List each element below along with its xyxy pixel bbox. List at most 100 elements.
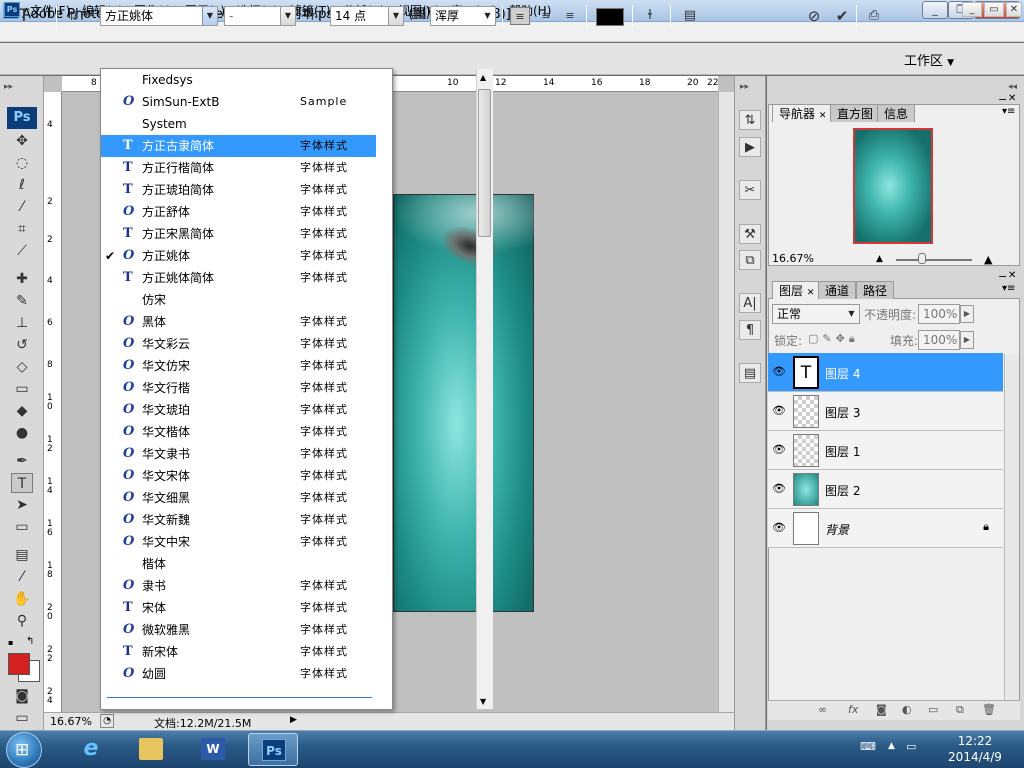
tray-expand-icon[interactable]: ▲ <box>888 741 895 751</box>
close-icon[interactable]: ✕ <box>819 111 827 121</box>
font-option[interactable]: O 方正舒体 字体样式 <box>101 201 376 223</box>
font-option[interactable]: O 华文楷体 字体样式 <box>101 421 376 443</box>
font-option[interactable]: System <box>101 113 376 135</box>
healing-brush-icon[interactable]: ✚ <box>11 269 33 289</box>
tool-presets-icon[interactable]: ✂ <box>739 180 761 200</box>
zoom-out-icon[interactable]: ▲ <box>876 254 883 264</box>
tab-info[interactable]: 信息 <box>877 104 916 122</box>
marquee-tool-icon[interactable]: ◌ <box>11 153 33 173</box>
fill-input[interactable]: 100% <box>918 330 960 350</box>
zoom-in-icon[interactable]: ▲ <box>984 253 992 266</box>
expand-panel-icon[interactable]: ▸▸ <box>4 82 13 92</box>
layers-close-icon[interactable]: ✕ <box>1008 270 1016 281</box>
screen-mode-icon[interactable]: ▭ <box>11 708 33 728</box>
font-option[interactable]: O 黑体 字体样式 <box>101 311 376 333</box>
blur-tool-icon[interactable]: ◆ <box>11 401 33 421</box>
layers-scrollbar[interactable] <box>1004 354 1019 704</box>
hand-tool-icon[interactable]: ✋ <box>11 589 33 609</box>
layer-row[interactable]: 👁︎ 图层 2 <box>768 470 1003 509</box>
history-brush-icon[interactable]: ↺ <box>11 335 33 355</box>
panel-menu-icon[interactable]: ▾≡ <box>1002 106 1015 117</box>
zoom-slider-thumb[interactable] <box>918 253 926 264</box>
font-option[interactable]: Fixedsys <box>101 69 376 91</box>
foreground-color-swatch[interactable] <box>8 653 30 675</box>
move-tool-icon[interactable]: ✥ <box>11 131 33 151</box>
magic-wand-icon[interactable]: ⁄ <box>11 197 33 217</box>
navigator-zoom[interactable]: 16.67% <box>772 252 814 265</box>
visibility-eye-icon[interactable]: 👁︎ <box>772 521 786 534</box>
font-option[interactable]: O 华文中宋 字体样式 <box>101 531 376 553</box>
new-layer-icon[interactable]: ⧉ <box>956 703 964 717</box>
clone-source-icon[interactable]: ⧉ <box>739 250 761 270</box>
layer-comps-icon[interactable]: ▤ <box>739 363 761 383</box>
font-family-dropdown[interactable]: Fixedsys O SimSun-ExtB Sample System T 方正古隶简体字… <box>100 68 493 710</box>
scroll-down-icon[interactable]: ▼ <box>480 697 486 706</box>
zoom-slider-track[interactable] <box>896 259 972 261</box>
notes-tool-icon[interactable]: ▤ <box>11 545 33 565</box>
font-option[interactable]: T 新宋体 字体样式 <box>101 641 376 663</box>
mdi-restore-button[interactable]: ▭ <box>984 2 1004 17</box>
taskbar-ie[interactable]: e <box>66 733 116 766</box>
font-option[interactable]: O 华文新魏 字体样式 <box>101 509 376 531</box>
shape-tool-icon[interactable]: ▭ <box>11 517 33 537</box>
font-list-scroll-thumb[interactable] <box>478 89 491 237</box>
font-option[interactable]: O 微软雅黑 字体样式 <box>101 619 376 641</box>
start-button[interactable]: ⊞ <box>6 732 42 768</box>
font-option[interactable]: T 方正行楷简体 字体样式 <box>101 157 376 179</box>
character-panel-dock-icon[interactable]: A| <box>739 293 761 313</box>
tab-histogram[interactable]: 直方图 <box>830 104 881 122</box>
gradient-tool-icon[interactable]: ▭ <box>11 379 33 399</box>
document-vertical-scrollbar[interactable] <box>718 92 734 712</box>
taskbar-explorer[interactable] <box>126 733 176 766</box>
network-icon[interactable]: ▭ <box>906 740 916 753</box>
crop-tool-icon[interactable]: ⌗ <box>11 219 33 239</box>
font-option[interactable]: O SimSun-ExtB Sample <box>101 91 376 113</box>
keyboard-icon[interactable]: ⌨ <box>860 740 876 753</box>
lasso-tool-icon[interactable]: ℓ <box>11 175 33 195</box>
font-option[interactable]: T 方正古隶简体 字体样式 <box>101 135 376 157</box>
visibility-eye-icon[interactable]: 👁︎ <box>772 365 786 378</box>
zoom-tool-icon[interactable]: ⚲ <box>11 611 33 631</box>
font-option[interactable]: T 方正宋黑简体 字体样式 <box>101 223 376 245</box>
text-color-swatch[interactable] <box>596 8 624 26</box>
layers-menu-icon[interactable]: ▾≡ <box>1002 283 1015 294</box>
font-option[interactable]: 仿宋 <box>101 289 376 311</box>
tab-channels[interactable]: 通道 <box>818 281 857 299</box>
font-option[interactable]: O 幼圆 字体样式 <box>101 663 376 685</box>
swap-colors-icon[interactable]: ↰ <box>26 636 34 647</box>
font-option[interactable]: T 方正姚体简体 字体样式 <box>101 267 376 289</box>
layer-row[interactable]: 👁︎ 背景 🔒︎ <box>768 509 1003 548</box>
link-layers-icon[interactable]: ∞ <box>818 703 827 716</box>
close-icon[interactable]: ✕ <box>807 288 815 298</box>
visibility-eye-icon[interactable]: 👁︎ <box>772 404 786 417</box>
font-option[interactable]: O 华文行楷 字体样式 <box>101 377 376 399</box>
font-option[interactable]: O 华文琥珀 字体样式 <box>101 399 376 421</box>
minimize-button[interactable]: _ <box>922 1 948 19</box>
zoom-level[interactable]: 16.67% <box>50 715 92 728</box>
layer-name[interactable]: 背景 <box>825 521 849 538</box>
layer-row[interactable]: 👁︎ 图层 3 <box>768 392 1003 431</box>
font-option[interactable]: O 华文彩云 字体样式 <box>101 333 376 355</box>
tool-preset-icon[interactable]: T <box>14 7 34 25</box>
paragraph-panel-icon[interactable]: ¶ <box>739 320 761 340</box>
font-option[interactable]: T 宋体 字体样式 <box>101 597 376 619</box>
font-option[interactable]: O 隶书 字体样式 <box>101 575 376 597</box>
history-panel-icon[interactable]: ⇅ <box>739 110 761 130</box>
panel-minimize-icon[interactable]: − <box>998 93 1007 106</box>
stamp-tool-icon[interactable]: ⊥ <box>11 313 33 333</box>
warp-text-icon[interactable]: ɫ <box>640 7 660 25</box>
cancel-edit-icon[interactable]: ⊘ <box>804 7 824 25</box>
navigator-preview[interactable] <box>853 128 933 244</box>
layers-minimize-icon[interactable]: − <box>998 270 1007 283</box>
font-option[interactable]: O 华文隶书 字体样式 <box>101 443 376 465</box>
visibility-eye-icon[interactable]: 👁︎ <box>772 482 786 495</box>
new-group-icon[interactable]: ▭ <box>928 703 938 716</box>
commit-edit-icon[interactable]: ✔ <box>832 7 852 25</box>
status-options-icon[interactable]: ◔ <box>100 714 114 728</box>
tab-navigator[interactable]: 导航器 ✕ <box>772 104 834 122</box>
mdi-minimize-button[interactable]: _ <box>962 2 982 17</box>
mdi-close-button[interactable]: ✕ <box>1006 2 1022 17</box>
layer-mask-icon[interactable]: ◙ <box>876 703 887 716</box>
layer-row[interactable]: 👁︎ 图层 1 <box>768 431 1003 470</box>
text-orientation-icon[interactable]: ⇅T <box>64 7 90 25</box>
